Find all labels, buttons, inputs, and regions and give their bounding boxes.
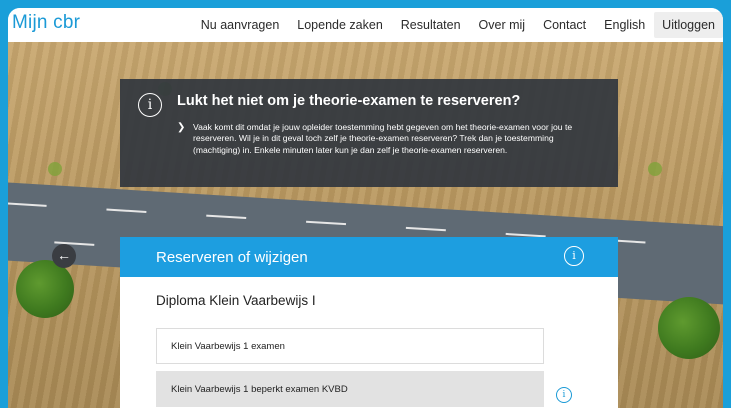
diploma-title: Diploma Klein Vaarbewijs I (156, 293, 316, 308)
chevron-right-icon: ❯ (177, 122, 186, 133)
nav-english[interactable]: English (595, 18, 654, 32)
road-marking (206, 214, 247, 220)
info-icon[interactable]: i (564, 246, 584, 266)
road-marking (106, 208, 147, 213)
card-header: Reserveren of wijzigen i (120, 237, 618, 277)
road-marking (306, 220, 347, 226)
tree (16, 260, 74, 318)
info-icon: i (138, 93, 162, 117)
back-arrow-button[interactable]: ← (52, 244, 76, 268)
info-icon[interactable]: i (556, 387, 572, 403)
nav-lopende-zaken[interactable]: Lopende zaken (288, 18, 392, 32)
info-banner: i Lukt het niet om je theorie-examen te … (120, 79, 618, 187)
info-banner-text: Vaak komt dit omdat je jouw opleider toe… (193, 122, 573, 155)
shrub (48, 162, 62, 176)
info-banner-title: Lukt het niet om je theorie-examen te re… (177, 93, 521, 109)
shrub (648, 162, 662, 176)
nav-nu-aanvragen[interactable]: Nu aanvragen (192, 18, 289, 32)
card-title: Reserveren of wijzigen (156, 249, 308, 266)
road-marking (8, 202, 47, 207)
exam-option-kvbd: Klein Vaarbewijs 1 beperkt examen KVBD (156, 371, 544, 407)
reservation-card: Reserveren of wijzigen i Diploma Klein V… (120, 237, 618, 408)
logout-button[interactable]: Uitloggen (654, 12, 723, 38)
road-marking (405, 226, 446, 232)
nav-resultaten[interactable]: Resultaten (392, 18, 470, 32)
app-frame: Mijn cbr Nu aanvragen Lopende zaken Resu… (8, 8, 723, 408)
exam-option-kvb1[interactable]: Klein Vaarbewijs 1 examen (156, 328, 544, 364)
main-nav: Nu aanvragen Lopende zaken Resultaten Ov… (192, 8, 723, 42)
top-navigation-bar: Mijn cbr Nu aanvragen Lopende zaken Resu… (8, 8, 723, 42)
nav-over-mij[interactable]: Over mij (470, 18, 535, 32)
logo[interactable]: Mijn cbr (12, 12, 80, 34)
tree (658, 297, 720, 359)
nav-contact[interactable]: Contact (534, 18, 595, 32)
